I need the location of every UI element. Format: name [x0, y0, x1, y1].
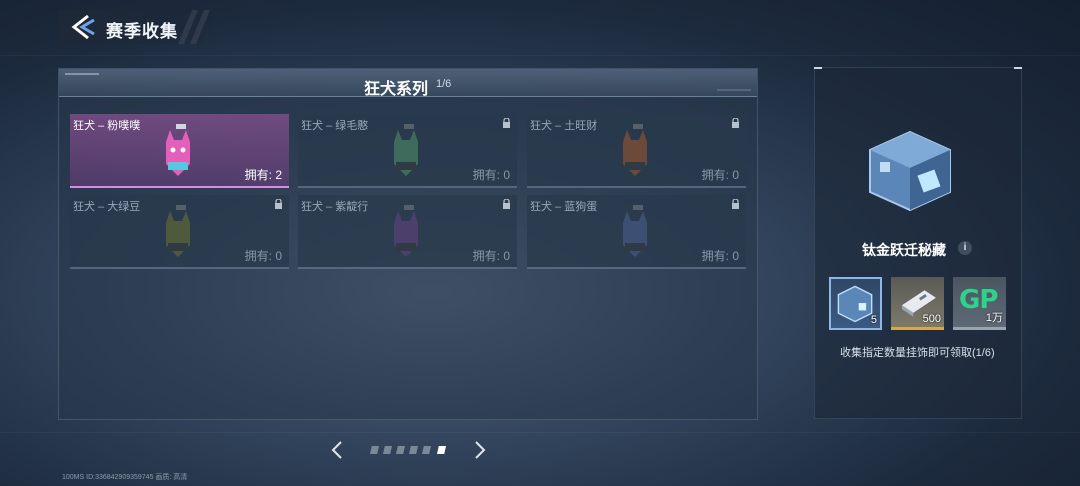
page-dot-active[interactable]: [437, 446, 446, 454]
page-dot[interactable]: [409, 446, 418, 454]
reward-title: 钛金跃迁秘藏: [862, 242, 946, 258]
next-page-icon[interactable]: [472, 440, 488, 460]
owned-count: 拥有: 0: [244, 249, 282, 263]
lock-icon: [503, 118, 510, 128]
owned-count: 拥有: 0: [472, 168, 510, 182]
dog-charm-icon: [166, 205, 190, 257]
collection-card-purple[interactable]: 狂犬 – 紫靛行 拥有: 0: [298, 195, 517, 269]
dog-charm-icon: [166, 124, 190, 176]
card-name: 狂犬 – 绿毛憨: [301, 120, 369, 132]
collection-card-pink[interactable]: 狂犬 – 粉噗噗 拥有: 2: [70, 114, 289, 188]
panel-header: 狂犬系列 1/6: [59, 69, 757, 98]
reward-description: 收集指定数量挂饰即可领取(1/6): [840, 347, 995, 359]
owned-count: 拥有: 2: [244, 168, 282, 182]
collection-card-green[interactable]: 狂犬 – 绿毛憨 拥有: 0: [298, 114, 517, 188]
footer-info: 100MS ID:336842909359745 画质: 高清: [62, 474, 188, 481]
header-decoration: [717, 89, 751, 91]
dog-charm-icon: [394, 205, 418, 257]
panel-corner: [1014, 67, 1022, 69]
lock-icon: [732, 118, 739, 128]
page-dot[interactable]: [422, 446, 431, 454]
owned-count: 拥有: 0: [701, 249, 739, 263]
page-dot[interactable]: [370, 446, 379, 454]
card-name: 狂犬 – 蓝狗蛋: [530, 201, 598, 213]
header-stripes-decoration: [178, 10, 210, 44]
card-name: 狂犬 – 大绿豆: [73, 201, 141, 213]
reward-item-ticket[interactable]: 500: [891, 277, 944, 330]
lock-icon: [732, 199, 739, 209]
owned-count: 拥有: 0: [701, 168, 739, 182]
header-decoration: [65, 73, 99, 75]
card-name: 狂犬 – 土旺财: [530, 120, 598, 132]
reward-qty: 1万: [985, 312, 1003, 324]
collection-card-blue[interactable]: 狂犬 – 蓝狗蛋 拥有: 0: [527, 195, 746, 269]
dog-charm-icon: [623, 124, 647, 176]
info-icon[interactable]: i: [958, 241, 972, 255]
page-dot[interactable]: [396, 446, 405, 454]
page-title: 赛季收集: [106, 22, 178, 41]
reward-qty: 500: [922, 313, 941, 325]
owned-count: 拥有: 0: [472, 249, 510, 263]
reward-chest-icon: [869, 130, 951, 212]
collection-card-brown[interactable]: 狂犬 – 土旺财 拥有: 0: [527, 114, 746, 188]
card-name: 狂犬 – 粉噗噗: [73, 120, 141, 132]
panel-corner: [814, 67, 822, 69]
reward-item-chest[interactable]: 5: [829, 277, 882, 330]
lock-icon: [503, 199, 510, 209]
series-title: 狂犬系列: [364, 81, 429, 98]
dog-charm-icon: [623, 205, 647, 257]
bg-line: [0, 55, 1080, 56]
prev-page-icon[interactable]: [329, 440, 345, 460]
bg-line: [0, 432, 1080, 433]
series-count: 1/6: [436, 78, 452, 90]
dog-charm-icon: [394, 124, 418, 176]
page-dot[interactable]: [383, 446, 392, 454]
card-name: 狂犬 – 紫靛行: [301, 201, 369, 213]
lock-icon: [275, 199, 282, 209]
reward-qty: 5: [870, 314, 877, 326]
back-icon[interactable]: [68, 14, 96, 40]
reward-item-gp[interactable]: GP 1万: [953, 277, 1006, 330]
collection-card-olive[interactable]: 狂犬 – 大绿豆 拥有: 0: [70, 195, 289, 269]
